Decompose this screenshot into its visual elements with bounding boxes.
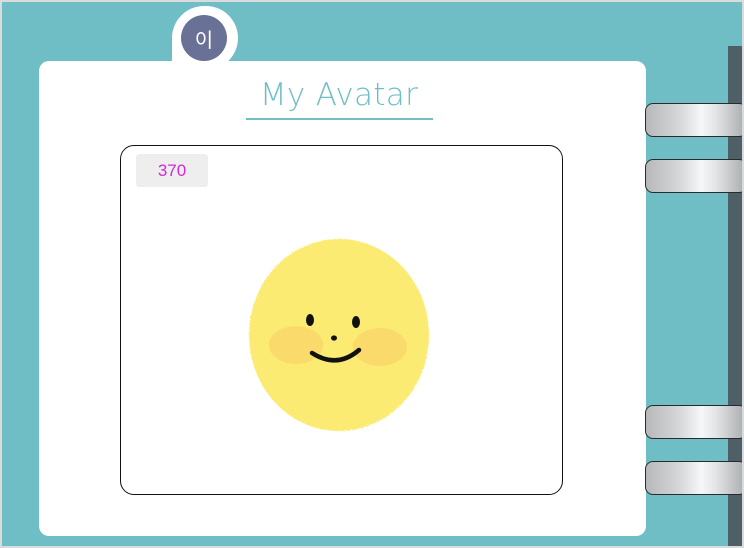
- user-initial: 이: [181, 15, 227, 61]
- right-cheek: [353, 328, 407, 366]
- title-underline: [246, 118, 433, 120]
- counter-badge: 370: [136, 154, 208, 187]
- left-eye: [306, 314, 314, 326]
- side-button-4[interactable]: [645, 461, 742, 495]
- side-button-3[interactable]: [645, 405, 742, 439]
- user-badge[interactable]: 이: [172, 6, 238, 70]
- side-button-2[interactable]: [645, 159, 742, 193]
- page-title: My Avatar: [259, 77, 419, 113]
- side-button-1[interactable]: [645, 103, 742, 137]
- right-eye: [352, 316, 360, 328]
- left-cheek: [269, 326, 323, 364]
- smiley-face-image: [249, 239, 429, 431]
- nose: [331, 335, 337, 341]
- app-stage: 이 My Avatar 370: [0, 0, 744, 548]
